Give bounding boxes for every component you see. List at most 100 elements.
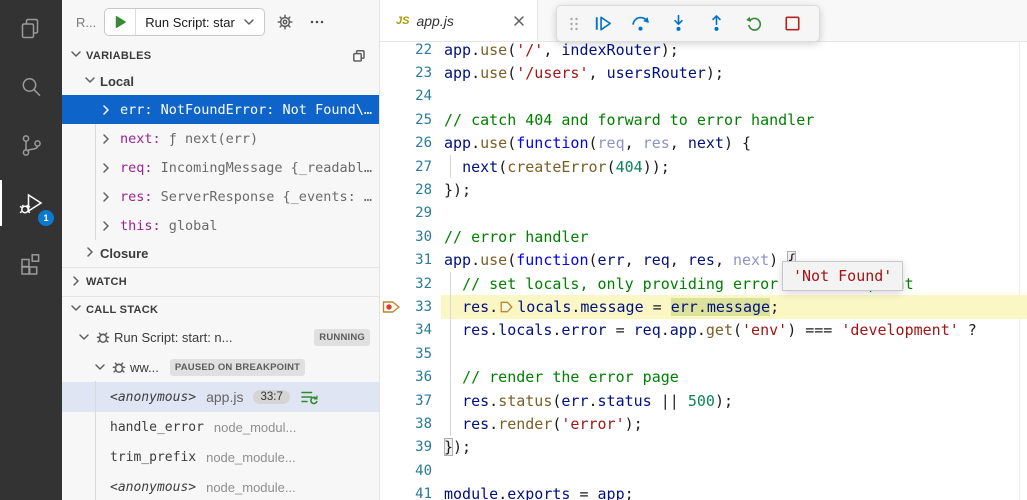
code-content[interactable]: module. exports = app; [441,482,1027,500]
activity-item-run-and-debug[interactable]: 1 [0,174,62,232]
breakpoint-gutter[interactable] [380,295,402,318]
variable-row-req[interactable]: req: IncomingMessage {_readabl… [62,153,379,182]
code-content[interactable]: res. status(err. status || 500); [441,388,1027,413]
stack-frame-row[interactable]: trim_prefix node_module... [62,442,379,472]
line-number: 40 [415,462,432,479]
close-icon[interactable] [511,13,527,29]
code-content[interactable]: res. locals. message = err. message; [441,295,1027,320]
variable-value: ƒ next(err) [168,130,259,147]
breakpoint-gutter[interactable] [380,202,402,225]
call-stack-section-header[interactable]: CALL STACK [62,296,379,322]
code-content[interactable] [441,459,1027,482]
stack-frame-row[interactable]: <anonymous> app.js 33:7 [62,382,379,412]
code-token: . [489,321,499,340]
tab-app-js[interactable]: JS app.js [380,0,538,41]
code-content[interactable] [441,342,1027,366]
code-content[interactable]: }); [441,178,1027,201]
code-token: createError [507,157,607,176]
step-out-button[interactable] [697,8,735,40]
step-over-button[interactable] [621,8,659,40]
code-token: . [697,297,707,316]
code-content[interactable]: res. render('error'); [441,412,1027,437]
toolbar-drag-handle[interactable] [567,13,581,35]
breakpoint-gutter[interactable] [380,61,402,84]
breakpoint-gutter[interactable] [380,178,402,201]
code-token: . [471,251,481,270]
breakpoint-gutter[interactable] [380,459,402,482]
activity-item-explorer[interactable] [0,0,62,58]
code-content[interactable]: app.use(function(err, req, res, next) { [441,249,1027,272]
code-token: = [570,485,598,500]
watch-section-header[interactable]: WATCH [62,267,379,296]
hover-value: 'Not Found' [793,267,893,285]
scope-closure-row[interactable]: Closure [62,240,379,267]
line-number: 39 [415,439,432,456]
variable-row-this[interactable]: this: global [62,211,379,240]
breakpoint-gutter[interactable] [380,272,402,295]
breakpoint-gutter[interactable] [380,132,402,155]
line-number: 28 [415,182,432,199]
breakpoint-gutter[interactable] [380,412,402,435]
code-token: ); [624,414,643,433]
breakpoint-gutter[interactable] [380,342,402,365]
stack-frame-row[interactable]: handle_error node_modul... [62,412,379,442]
code-token: message [580,297,644,316]
step-out-icon [711,15,721,31]
code-token: app [444,134,472,153]
copy-icon[interactable] [351,48,367,64]
code-content[interactable]: // error handler [441,225,1027,248]
code-content[interactable]: res. locals. error = req. app. get('env') ==… [441,318,1027,343]
settings-gear-button[interactable] [273,10,297,34]
breakpoint-gutter[interactable] [380,108,402,131]
start-debug-button[interactable] [105,9,137,35]
breakpoint-gutter[interactable] [380,225,402,248]
activity-item-extensions[interactable] [0,232,62,290]
continue-button[interactable] [583,8,621,40]
code-line-32: 32 // set locals, only providing error i… [380,271,1027,296]
breakpoint-gutter[interactable] [380,319,402,342]
call-stack-title: CALL STACK [86,303,159,316]
code-content[interactable]: // catch 404 and forward to error handle… [441,108,1027,131]
breakpoint-gutter[interactable] [380,365,402,388]
line-number: 29 [415,205,432,222]
code-content[interactable]: app. use('/users', usersRouter); [441,61,1027,84]
step-into-button[interactable] [659,8,697,40]
more-actions-button[interactable] [305,10,329,34]
variable-row-err[interactable]: err: NotFoundError: Not Found\… [62,95,379,124]
code-content[interactable] [441,202,1027,225]
activity-item-source-control[interactable] [0,116,62,174]
code-content[interactable]: next(createError(404)); [441,154,1027,179]
variables-section-header[interactable]: VARIABLES [62,44,379,67]
code-content[interactable] [441,85,1027,108]
breakpoint-gutter[interactable] [380,482,402,500]
variable-row-res[interactable]: res: ServerResponse {_events: … [62,182,379,211]
launch-config-dropdown[interactable]: Run Script: star [104,8,265,36]
debug-session-row[interactable]: ww... PAUSED ON BREAKPOINT [62,352,379,382]
code-content[interactable]: app. use(function(req, res, next) { [441,132,1027,155]
code-token: . [471,40,481,59]
breakpoint-gutter[interactable] [380,436,402,459]
breakpoint-gutter[interactable] [380,85,402,108]
code-token: // render the error page [462,368,679,387]
restart-button[interactable] [735,8,773,40]
code-content[interactable]: // set locals, only providing error in d… [441,271,1027,296]
debug-sidebar-header: R... Run Script: star [62,0,379,44]
variable-row-next[interactable]: next: ƒ next(err) [62,124,379,153]
breakpoint-gutter[interactable] [380,155,402,178]
activity-item-search[interactable] [0,58,62,116]
debug-session-row[interactable]: Run Script: start: n... RUNNING [62,322,379,352]
code-token: next [687,134,724,153]
breakpoint-gutter[interactable] [380,389,402,412]
code-token: render [498,414,553,433]
stop-button[interactable] [773,8,811,40]
scope-local-row[interactable]: Local [62,67,379,95]
breakpoint-gutter[interactable] [380,249,402,272]
code-content[interactable]: }); [441,436,1027,459]
code-area[interactable]: 22 app. use('/', indexRouter); 23 app. use('/… [380,38,1027,500]
continue-icon [595,16,611,31]
stack-frame-row[interactable]: <anonymous> node_module... [62,472,379,500]
code-token: ( [552,414,562,433]
code-content[interactable]: // render the error page [441,365,1027,390]
frame-focus-icon[interactable] [300,390,319,405]
frame-function-name: <anonymous> [110,389,197,405]
